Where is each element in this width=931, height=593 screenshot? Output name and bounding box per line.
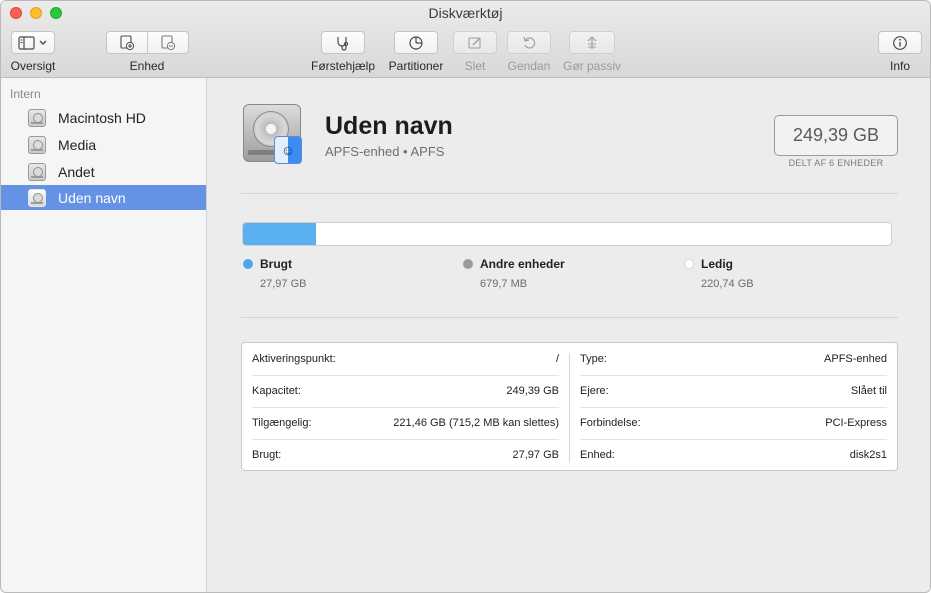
remove-volume-icon xyxy=(160,34,175,50)
info-key: Brugt: xyxy=(252,449,282,461)
info-row: Kapacitet: 249,39 GB xyxy=(252,375,559,407)
sidebar: Intern Macintosh HD Media Andet Uden nav… xyxy=(1,78,207,592)
info-value: Slået til xyxy=(850,385,887,397)
info-row: Ejere: Slået til xyxy=(580,375,887,407)
volume-details: ☺ Uden navn APFS-enhed • APFS 249,39 GB … xyxy=(207,78,930,592)
volume-segmented-control xyxy=(106,31,189,54)
enhed-label: Enhed xyxy=(129,59,165,73)
column-divider xyxy=(569,353,570,463)
sidebar-section-internal: Intern xyxy=(10,87,41,101)
sidebar-item-macintosh-hd[interactable]: Macintosh HD xyxy=(1,105,206,130)
hard-drive-icon: ☺ xyxy=(243,104,302,164)
info-key: Type: xyxy=(580,353,607,365)
gor-passiv-label: Gør passiv xyxy=(562,59,621,73)
disk-utility-window: Diskværktøj Oversigt Enhed Førstehjælp P… xyxy=(0,0,931,593)
info-key: Tilgængelig: xyxy=(252,417,312,429)
divider xyxy=(241,317,898,318)
forstehjaelp-label: Førstehjælp xyxy=(310,59,375,73)
partitioner-label: Partitioner xyxy=(388,59,444,73)
info-table: Aktiveringspunkt: / Kapacitet: 249,39 GB… xyxy=(241,342,898,471)
sidebar-item-label: Macintosh HD xyxy=(58,109,146,126)
disk-icon xyxy=(28,135,46,154)
info-value: disk2s1 xyxy=(849,449,887,461)
slet-label: Slet xyxy=(464,59,486,73)
legend-name: Brugt xyxy=(260,257,292,271)
info-value: 249,39 GB xyxy=(506,385,559,397)
sidebar-item-label: Andet xyxy=(58,163,95,180)
info-button[interactable] xyxy=(878,31,922,54)
info-value: PCI-Express xyxy=(825,417,887,429)
volume-subtitle: APFS-enhed • APFS xyxy=(325,144,445,159)
info-row: Tilgængelig: 221,46 GB (715,2 MB kan sle… xyxy=(252,407,559,439)
info-row: Aktiveringspunkt: / xyxy=(252,343,559,375)
info-key: Aktiveringspunkt: xyxy=(252,353,336,365)
legend-name: Ledig xyxy=(701,257,733,271)
finder-icon: ☺ xyxy=(274,136,302,164)
info-icon xyxy=(893,35,907,50)
window-title: Diskværktøj xyxy=(428,5,503,21)
title-bar: Diskværktøj Oversigt Enhed Førstehjælp P… xyxy=(1,1,930,78)
restore-icon xyxy=(523,36,536,49)
disk-icon xyxy=(28,188,46,207)
legend-dot-free xyxy=(684,259,694,269)
sidebar-item-label: Uden navn xyxy=(58,189,126,206)
add-volume-button[interactable] xyxy=(107,32,147,53)
info-label: Info xyxy=(889,59,910,73)
disk-icon xyxy=(28,162,46,181)
info-row: Brugt: 27,97 GB xyxy=(252,439,559,471)
info-key: Ejere: xyxy=(580,385,609,397)
info-key: Kapacitet: xyxy=(252,385,301,397)
info-value: / xyxy=(555,353,559,365)
info-key: Enhed: xyxy=(580,449,615,461)
sidebar-item-uden-navn[interactable]: Uden navn xyxy=(1,185,206,210)
divider xyxy=(241,193,898,194)
usage-bar xyxy=(242,222,892,246)
erase-icon xyxy=(468,36,481,49)
first-aid-button[interactable] xyxy=(321,31,365,54)
sidebar-item-label: Media xyxy=(58,136,97,153)
sidebar-icon xyxy=(18,35,47,50)
info-value: 27,97 GB xyxy=(512,449,559,461)
legend-value: 679,7 MB xyxy=(480,278,528,290)
pie-partition-icon xyxy=(409,35,423,50)
info-key: Forbindelse: xyxy=(580,417,641,429)
info-value: APFS-enhed xyxy=(824,353,887,365)
restore-button[interactable] xyxy=(507,31,551,54)
capacity-note: DELT AF 6 ENHEDER xyxy=(788,158,884,168)
sidebar-item-media[interactable]: Media xyxy=(1,132,206,157)
unmount-icon xyxy=(587,35,597,49)
add-volume-icon xyxy=(120,34,135,50)
usage-bar-used xyxy=(243,223,316,245)
volume-name: Uden navn xyxy=(325,112,453,140)
capacity-box: 249,39 GB xyxy=(774,115,898,156)
disk-icon xyxy=(28,108,46,127)
info-row: Type: APFS-enhed xyxy=(580,343,887,375)
partition-button[interactable] xyxy=(394,31,438,54)
legend-value: 27,97 GB xyxy=(260,278,307,290)
unmount-button[interactable] xyxy=(569,31,615,54)
remove-volume-button[interactable] xyxy=(147,32,187,53)
legend-value: 220,74 GB xyxy=(701,278,754,290)
info-row: Forbindelse: PCI-Express xyxy=(580,407,887,439)
view-menu-button[interactable] xyxy=(11,31,55,54)
stethoscope-icon xyxy=(337,36,349,51)
sidebar-item-andet[interactable]: Andet xyxy=(1,159,206,184)
info-value: 221,46 GB (715,2 MB kan slettes) xyxy=(393,417,559,429)
legend-dot-used xyxy=(243,259,253,269)
legend-name: Andre enheder xyxy=(480,257,565,271)
info-row: Enhed: disk2s1 xyxy=(580,439,887,471)
gendan-label: Gendan xyxy=(507,59,551,73)
legend-dot-other xyxy=(463,259,473,269)
oversigt-label: Oversigt xyxy=(10,59,56,73)
erase-button[interactable] xyxy=(453,31,497,54)
